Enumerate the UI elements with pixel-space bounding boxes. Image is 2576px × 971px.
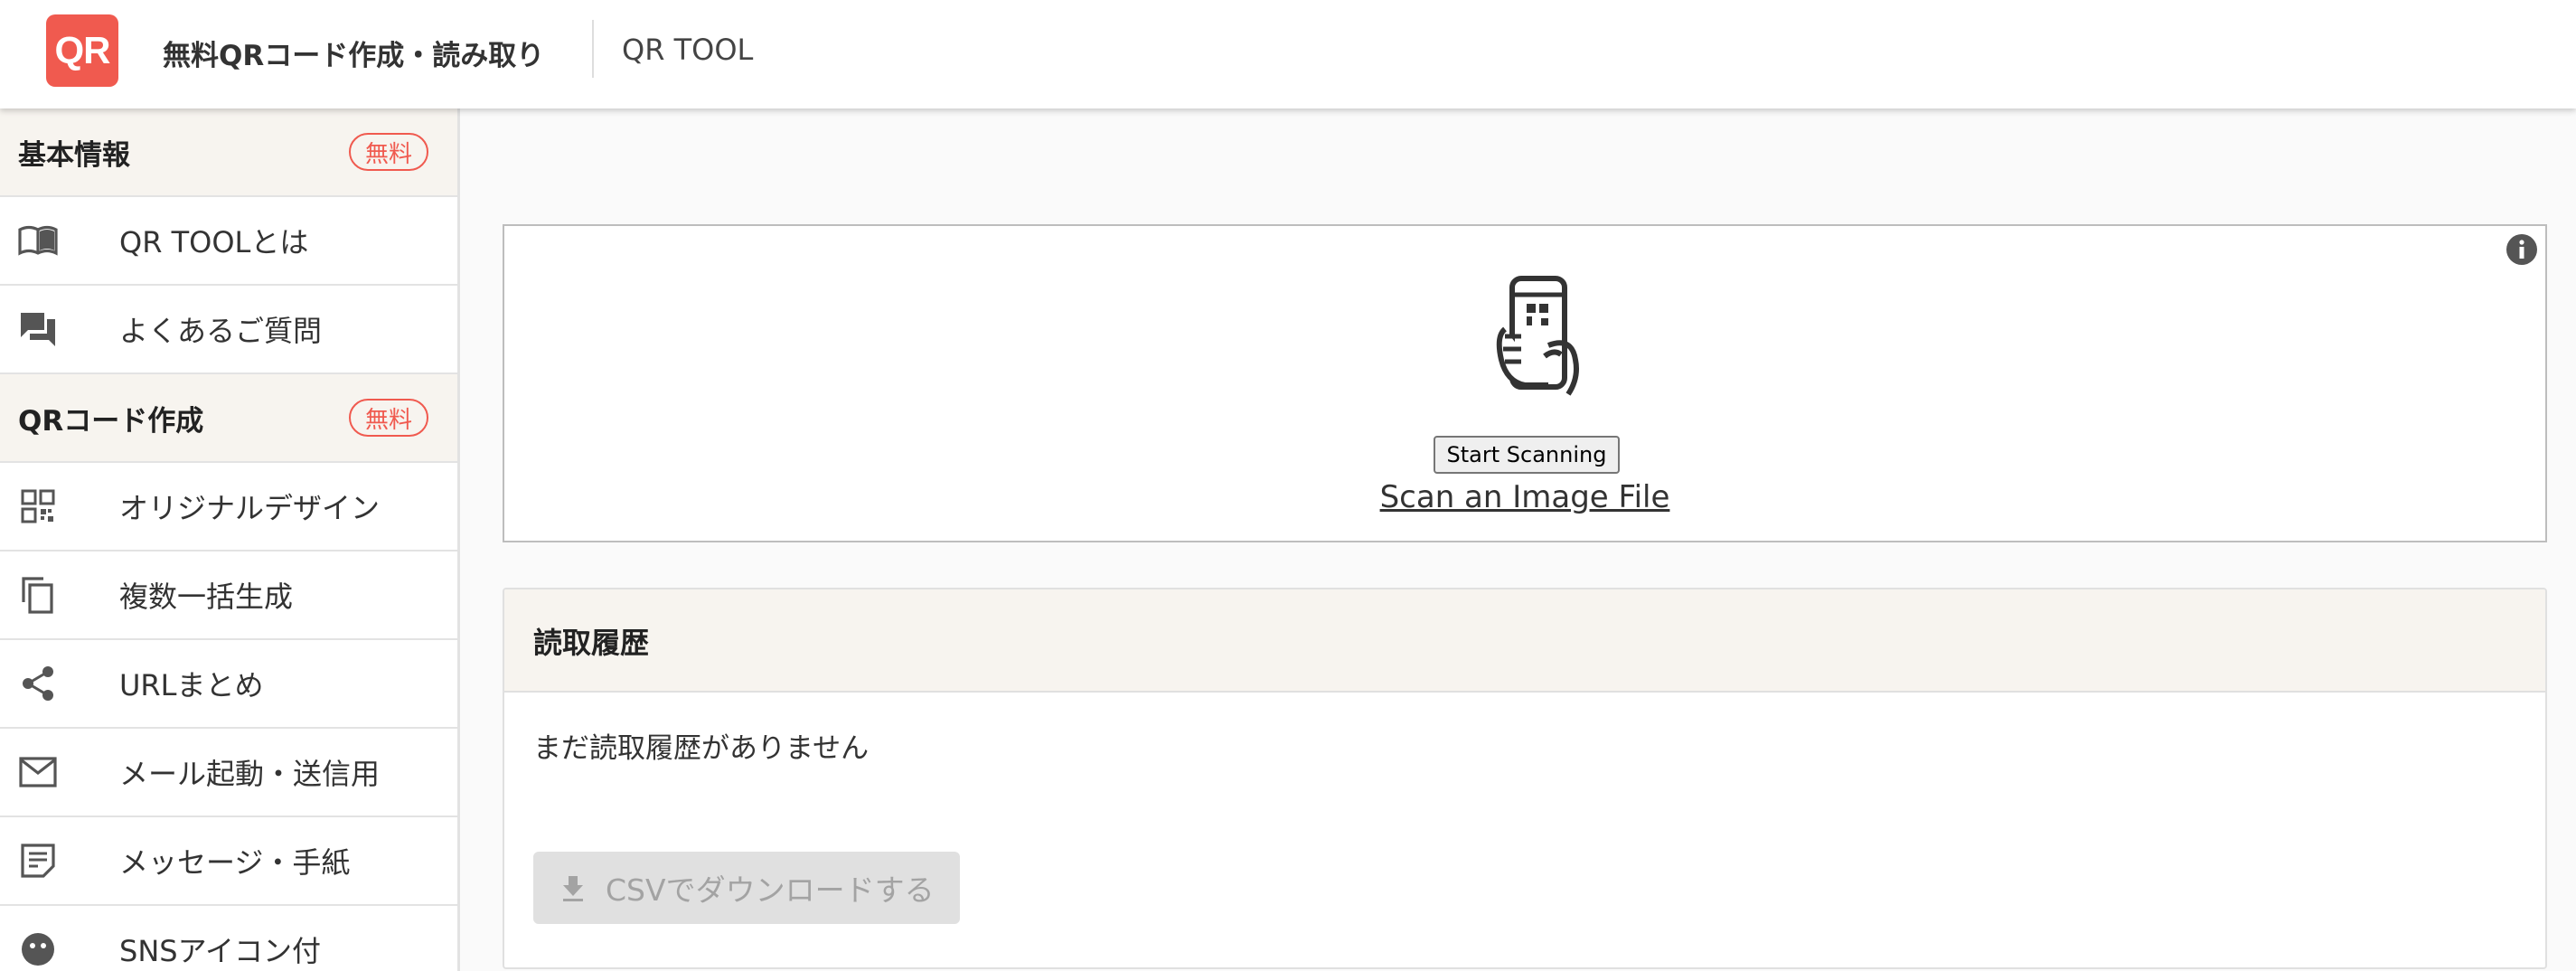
sidebar-item-label: QR TOOLとは (119, 225, 309, 259)
site-title[interactable]: 無料QRコード作成・読み取り (163, 33, 544, 73)
top-header: QR 無料QRコード作成・読み取り QR TOOL (0, 0, 2576, 108)
start-scanning-button[interactable]: Start Scanning (1434, 436, 1620, 474)
scan-history-empty-message: まだ読取履歴がありません (533, 732, 870, 765)
sidebar-item-bulk-generate[interactable]: 複数一括生成 (0, 551, 457, 640)
sidebar-section-title: 基本情報 (18, 138, 130, 172)
smiley-icon (18, 929, 58, 969)
sidebar-item-label: メッセージ・手紙 (119, 845, 351, 880)
sidebar-item-sns-icon[interactable]: SNSアイコン付 (0, 906, 457, 971)
csv-download-button[interactable]: CSVでダウンロードする (533, 852, 960, 924)
qr-scanner-panel: Start Scanning Scan an Image File (503, 224, 2547, 542)
chat-bubbles-icon (18, 309, 58, 349)
sidebar-item-label: メール起動・送信用 (119, 757, 381, 791)
sidebar-section-qr-create: QRコード作成 無料 (0, 374, 457, 463)
qr-logo[interactable]: QR (46, 14, 118, 87)
download-icon (559, 873, 588, 902)
sidebar-item-label: URLまとめ (119, 668, 264, 702)
note-icon (18, 841, 58, 881)
csv-download-label: CSVでダウンロードする (606, 872, 935, 908)
scan-history-header: 読取履歴 (504, 589, 2545, 693)
sidebar-item-faq[interactable]: よくあるご質問 (0, 286, 457, 374)
free-badge: 無料 (349, 399, 428, 437)
sidebar-item-original-design[interactable]: オリジナルデザイン (0, 463, 457, 551)
header-divider (592, 20, 594, 78)
sidebar-item-label: オリジナルデザイン (119, 491, 381, 525)
sidebar-item-label: よくあるご質問 (119, 314, 323, 348)
info-icon[interactable] (2505, 233, 2538, 266)
scan-history-card: 読取履歴 まだ読取履歴がありません CSVでダウンロードする (503, 588, 2547, 969)
sidebar-nav: 基本情報 無料 QR TOOLとは よくあるご質問 QRコード作成 無料 オリジ… (0, 108, 460, 971)
copy-icon (18, 575, 58, 615)
share-icon (18, 664, 58, 703)
sidebar-item-about[interactable]: QR TOOLとは (0, 197, 457, 286)
sidebar-item-url-bundle[interactable]: URLまとめ (0, 640, 457, 729)
scan-image-file-link[interactable]: Scan an Image File (504, 479, 2545, 515)
mail-icon (18, 752, 58, 792)
sidebar-section-title: QRコード作成 (18, 404, 204, 438)
book-icon (18, 221, 58, 260)
scan-history-title: 読取履歴 (533, 626, 650, 660)
phone-scan-icon (1485, 273, 1594, 396)
sidebar-item-mail[interactable]: メール起動・送信用 (0, 729, 457, 817)
sidebar-item-message[interactable]: メッセージ・手紙 (0, 817, 457, 906)
sidebar-item-label: 複数一括生成 (119, 580, 294, 614)
sidebar-section-basic-info: 基本情報 無料 (0, 108, 457, 197)
sidebar-item-label: SNSアイコン付 (119, 934, 321, 968)
free-badge: 無料 (349, 133, 428, 171)
qr-code-icon (18, 486, 58, 526)
brand-name: QR TOOL (622, 33, 754, 67)
